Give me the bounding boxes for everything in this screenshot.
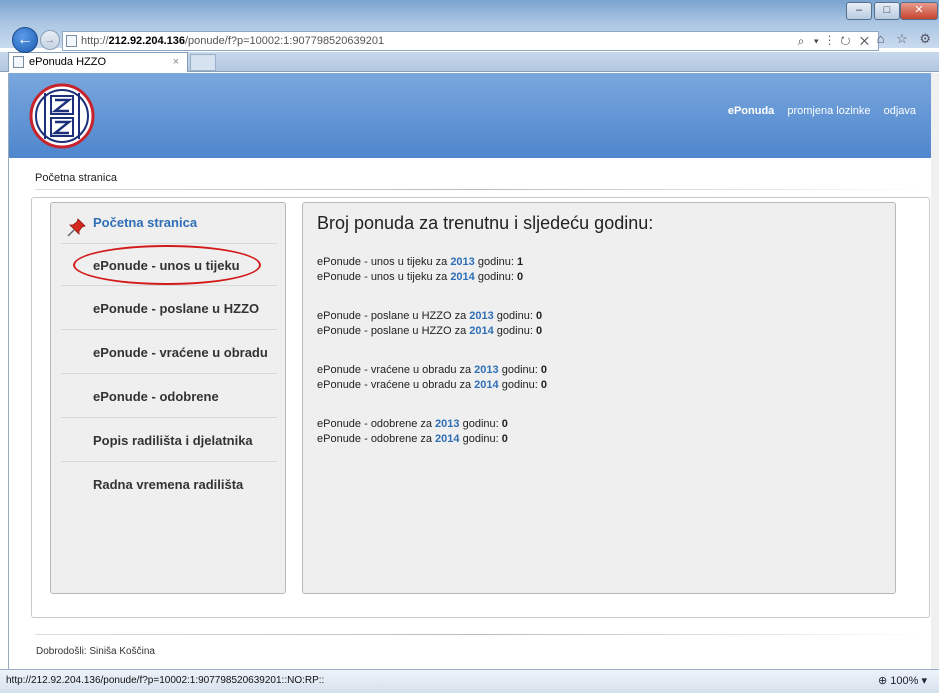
scrollbar[interactable] — [931, 73, 939, 669]
stat-line: ePonude - vraćene u obradu za 2013 godin… — [317, 363, 547, 378]
stat-prefix: ePonude - vraćene u obradu za — [317, 379, 475, 391]
stat-line: ePonude - unos u tijeku za 2014 godinu: … — [317, 270, 523, 285]
stat-line: ePonude - poslane u HZZO za 2014 godinu:… — [317, 324, 542, 339]
stat-suffix: godinu: — [498, 364, 541, 376]
stat-group: ePonude - unos u tijeku za 2013 godinu: … — [317, 255, 523, 285]
stat-year[interactable]: 2013 — [474, 364, 498, 376]
nav-eponuda[interactable]: ePonuda — [728, 105, 774, 117]
breadcrumb-divider — [35, 189, 925, 190]
stat-prefix: ePonude - poslane u HZZO za — [317, 325, 470, 337]
sidebar: Početna stranica ePonude - unos u tijeku… — [50, 202, 286, 594]
zoom-value: 100% — [890, 675, 919, 687]
stat-suffix: godinu: — [498, 379, 541, 391]
header-banner: ePonuda promjena lozinke odjava — [9, 73, 931, 158]
hzzo-logo — [29, 83, 95, 149]
stat-prefix: ePonude - unos u tijeku za — [317, 256, 451, 268]
footer-divider — [35, 634, 925, 635]
forward-button[interactable]: → — [40, 30, 60, 50]
sidebar-item-eponude-poslane[interactable]: ePonude - poslane u HZZO — [61, 287, 277, 330]
status-bar: http://212.92.204.136/ponude/f?p=10002:1… — [0, 669, 939, 693]
tab-row: ePonuda HZZO × — [0, 52, 939, 72]
address-bar[interactable]: http://212.92.204.136/ponude/f?p=10002:1… — [62, 31, 879, 51]
stat-prefix: ePonude - odobrene za — [317, 433, 436, 445]
address-tools-icons[interactable]: ⌕ ▾ ⋮ ↻ ✕ — [798, 32, 872, 50]
sidebar-item-popis-radilista[interactable]: Popis radilišta i djelatnika — [61, 419, 277, 462]
stat-year[interactable]: 2014 — [450, 271, 474, 283]
close-window-button[interactable]: ✕ — [900, 2, 938, 20]
stat-suffix: godinu: — [459, 433, 502, 445]
top-navigation: ePonuda promjena lozinke odjava — [718, 105, 916, 117]
stat-prefix: ePonude - vraćene u obradu za — [317, 364, 475, 376]
stat-year[interactable]: 2013 — [435, 418, 459, 430]
welcome-text: Dobrodošli: Siniša Koščina — [36, 646, 155, 657]
stat-count: 0 — [540, 364, 547, 376]
stat-line: ePonude - vraćene u obradu za 2014 godin… — [317, 378, 547, 393]
stat-group: ePonude - poslane u HZZO za 2013 godinu:… — [317, 309, 542, 339]
url-host: 212.92.204.136 — [108, 35, 185, 47]
stat-suffix: godinu: — [459, 418, 502, 430]
stat-line: ePonude - odobrene za 2013 godinu: 0 — [317, 417, 508, 432]
highlight-annotation-oval — [73, 245, 261, 285]
page-viewport: ePonuda promjena lozinke odjava Početna … — [8, 73, 931, 669]
sidebar-item-eponude-vracene[interactable]: ePonude - vraćene u obradu — [61, 331, 277, 374]
stat-year[interactable]: 2014 — [474, 379, 498, 391]
stat-count: 0 — [501, 433, 508, 445]
stat-year[interactable]: 2014 — [435, 433, 459, 445]
home-favorites-settings-icons[interactable]: ⌂ ☆ ⚙ — [877, 31, 935, 47]
stat-count: 0 — [535, 310, 543, 322]
stat-suffix: godinu: — [493, 310, 536, 322]
sidebar-item-radna-vremena[interactable]: Radna vremena radilišta — [61, 463, 277, 506]
stat-group: ePonude - vraćene u obradu za 2013 godin… — [317, 363, 547, 393]
nav-logout[interactable]: odjava — [884, 105, 916, 117]
main-panel: Broj ponuda za trenutnu i sljedeću godin… — [302, 202, 896, 594]
minimize-button[interactable]: – — [846, 2, 872, 20]
stat-suffix: godinu: — [474, 271, 517, 283]
stat-year[interactable]: 2013 — [469, 310, 493, 322]
status-url: http://212.92.204.136/ponude/f?p=10002:1… — [6, 675, 325, 686]
stat-count: 0 — [517, 271, 524, 283]
back-button[interactable]: ← — [12, 27, 38, 53]
page-title: Broj ponuda za trenutnu i sljedeću godin… — [317, 213, 654, 233]
tab-page-icon — [13, 56, 24, 68]
sidebar-heading-home[interactable]: Početna stranica — [67, 215, 198, 237]
stat-year[interactable]: 2013 — [450, 256, 474, 268]
page-icon — [66, 35, 77, 47]
stat-suffix: godinu: — [493, 325, 536, 337]
browser-tab[interactable]: ePonuda HZZO × — [8, 52, 188, 72]
url-prefix: http:// — [81, 35, 109, 47]
content-frame: Početna stranica ePonude - unos u tijeku… — [31, 197, 930, 618]
zoom-level[interactable]: ⊕ 100% ▾ — [878, 670, 927, 692]
tab-close-icon[interactable]: × — [173, 53, 179, 71]
pushpin-icon — [67, 218, 86, 237]
stat-prefix: ePonude - odobrene za — [317, 418, 436, 430]
new-tab-button[interactable] — [190, 54, 216, 71]
stat-line: ePonude - unos u tijeku za 2013 godinu: … — [317, 255, 523, 270]
sidebar-item-eponude-odobrene[interactable]: ePonude - odobrene — [61, 375, 277, 418]
stat-year[interactable]: 2014 — [469, 325, 493, 337]
stat-group: ePonude - odobrene za 2013 godinu: 0 ePon… — [317, 417, 508, 447]
stat-count: 0 — [540, 379, 547, 391]
sidebar-heading-label: Početna stranica — [93, 215, 198, 230]
maximize-button[interactable]: □ — [874, 2, 900, 20]
url-path: /ponude/f?p=10002:1:907798520639201 — [185, 35, 385, 47]
stat-count: 0 — [501, 418, 508, 430]
breadcrumb: Početna stranica — [35, 172, 117, 184]
stat-line: ePonude - odobrene za 2014 godinu: 0 — [317, 432, 508, 447]
stat-suffix: godinu: — [474, 256, 517, 268]
stat-count: 1 — [517, 256, 524, 268]
stat-prefix: ePonude - poslane u HZZO za — [317, 310, 470, 322]
nav-change-password[interactable]: promjena lozinke — [787, 105, 870, 117]
stat-count: 0 — [535, 325, 543, 337]
tab-title: ePonuda HZZO — [29, 56, 107, 68]
stat-line: ePonude - poslane u HZZO za 2013 godinu:… — [317, 309, 542, 324]
stat-prefix: ePonude - unos u tijeku za — [317, 271, 451, 283]
